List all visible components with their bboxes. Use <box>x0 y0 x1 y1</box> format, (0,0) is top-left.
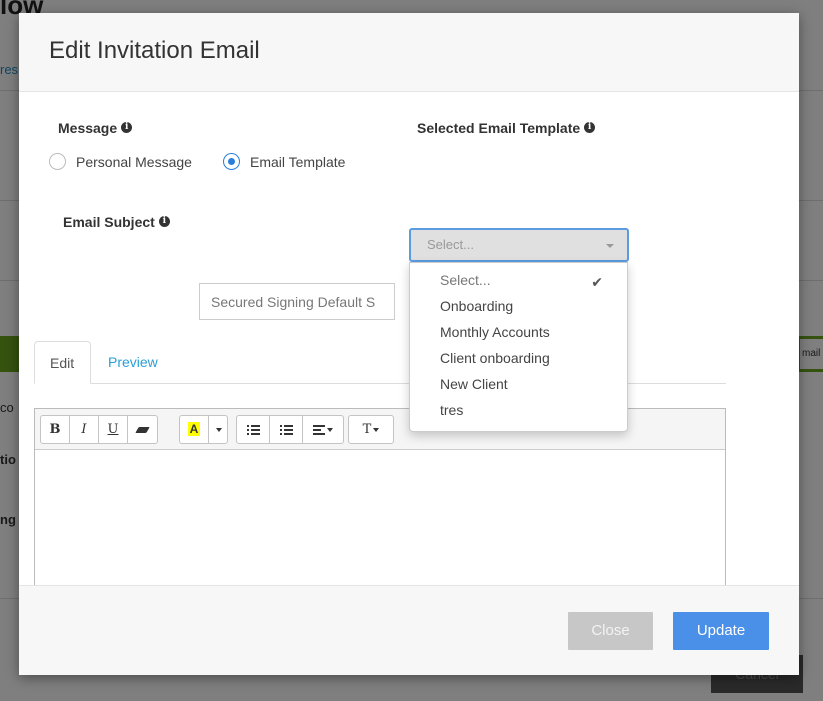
dropdown-option[interactable]: New Client <box>410 374 627 400</box>
caret-down-icon <box>216 427 222 432</box>
dropdown-option[interactable]: Onboarding <box>410 296 627 322</box>
update-button[interactable]: Update <box>673 612 769 650</box>
text-size-icon: T <box>362 422 372 437</box>
format-group: B I U <box>40 415 158 444</box>
email-subject-label-text: Email Subject <box>63 214 155 230</box>
bullet-list-button[interactable] <box>237 416 270 443</box>
dropdown-option[interactable]: Monthly Accounts <box>410 322 627 348</box>
dropdown-option[interactable]: Client onboarding <box>410 348 627 374</box>
close-button[interactable]: Close <box>568 612 653 650</box>
email-template-select[interactable]: Select... <box>409 228 629 262</box>
eraser-button[interactable] <box>128 416 157 443</box>
tab-edit[interactable]: Edit <box>34 341 91 384</box>
check-icon: ✔ <box>591 274 603 290</box>
radio-label: Email Template <box>250 153 346 170</box>
modal-header: Edit Invitation Email <box>19 13 799 92</box>
email-template-dropdown: Select... ✔ Onboarding Monthly Accounts C… <box>409 262 628 432</box>
modal-title: Edit Invitation Email <box>49 37 260 64</box>
dropdown-option[interactable]: tres <box>410 400 627 426</box>
numbered-list-button[interactable] <box>270 416 303 443</box>
email-template-label: Selected Email Template i <box>417 120 596 136</box>
radio-personal-message[interactable]: Personal Message <box>49 153 192 170</box>
radio-checked-icon[interactable] <box>223 153 240 170</box>
align-icon <box>313 424 325 435</box>
caret-down-icon <box>327 427 333 432</box>
underline-button[interactable]: U <box>99 416 128 443</box>
color-group: A <box>179 415 228 444</box>
tab-preview[interactable]: Preview <box>93 341 173 384</box>
radio-label: Personal Message <box>76 153 192 170</box>
dropdown-option[interactable]: Select... ✔ <box>410 270 627 296</box>
info-icon[interactable]: i <box>121 122 133 133</box>
radio-icon[interactable] <box>49 153 66 170</box>
highlight-dropdown[interactable] <box>209 416 227 443</box>
eraser-icon <box>135 427 150 433</box>
email-template-label-text: Selected Email Template <box>417 120 581 136</box>
highlight-icon: A <box>187 422 201 436</box>
option-label: Select... <box>440 272 491 288</box>
email-subject-label: Email Subject i <box>63 214 170 230</box>
message-label: Message i <box>58 120 133 136</box>
modal-body: Message i Personal Message Email Template… <box>19 92 799 658</box>
message-label-text: Message <box>58 120 118 136</box>
bullet-list-icon <box>246 424 260 435</box>
caret-down-icon <box>606 244 614 248</box>
numbered-list-icon <box>279 424 293 435</box>
text-size-button[interactable]: T <box>349 416 393 443</box>
bold-button[interactable]: B <box>41 416 70 443</box>
highlight-button[interactable]: A <box>180 416 209 443</box>
italic-button[interactable]: I <box>70 416 99 443</box>
modal-footer: Close Update <box>19 585 799 675</box>
info-icon[interactable]: i <box>584 122 596 133</box>
info-icon[interactable]: i <box>158 216 170 227</box>
paragraph-group <box>236 415 344 444</box>
edit-invitation-modal: Edit Invitation Email Message i Personal … <box>19 13 799 675</box>
text-size-group: T <box>348 415 394 444</box>
caret-down-icon <box>373 427 380 432</box>
select-value: Select... <box>427 237 474 252</box>
align-button[interactable] <box>303 416 343 443</box>
radio-email-template[interactable]: Email Template <box>223 153 345 170</box>
email-subject-input[interactable] <box>199 283 395 320</box>
